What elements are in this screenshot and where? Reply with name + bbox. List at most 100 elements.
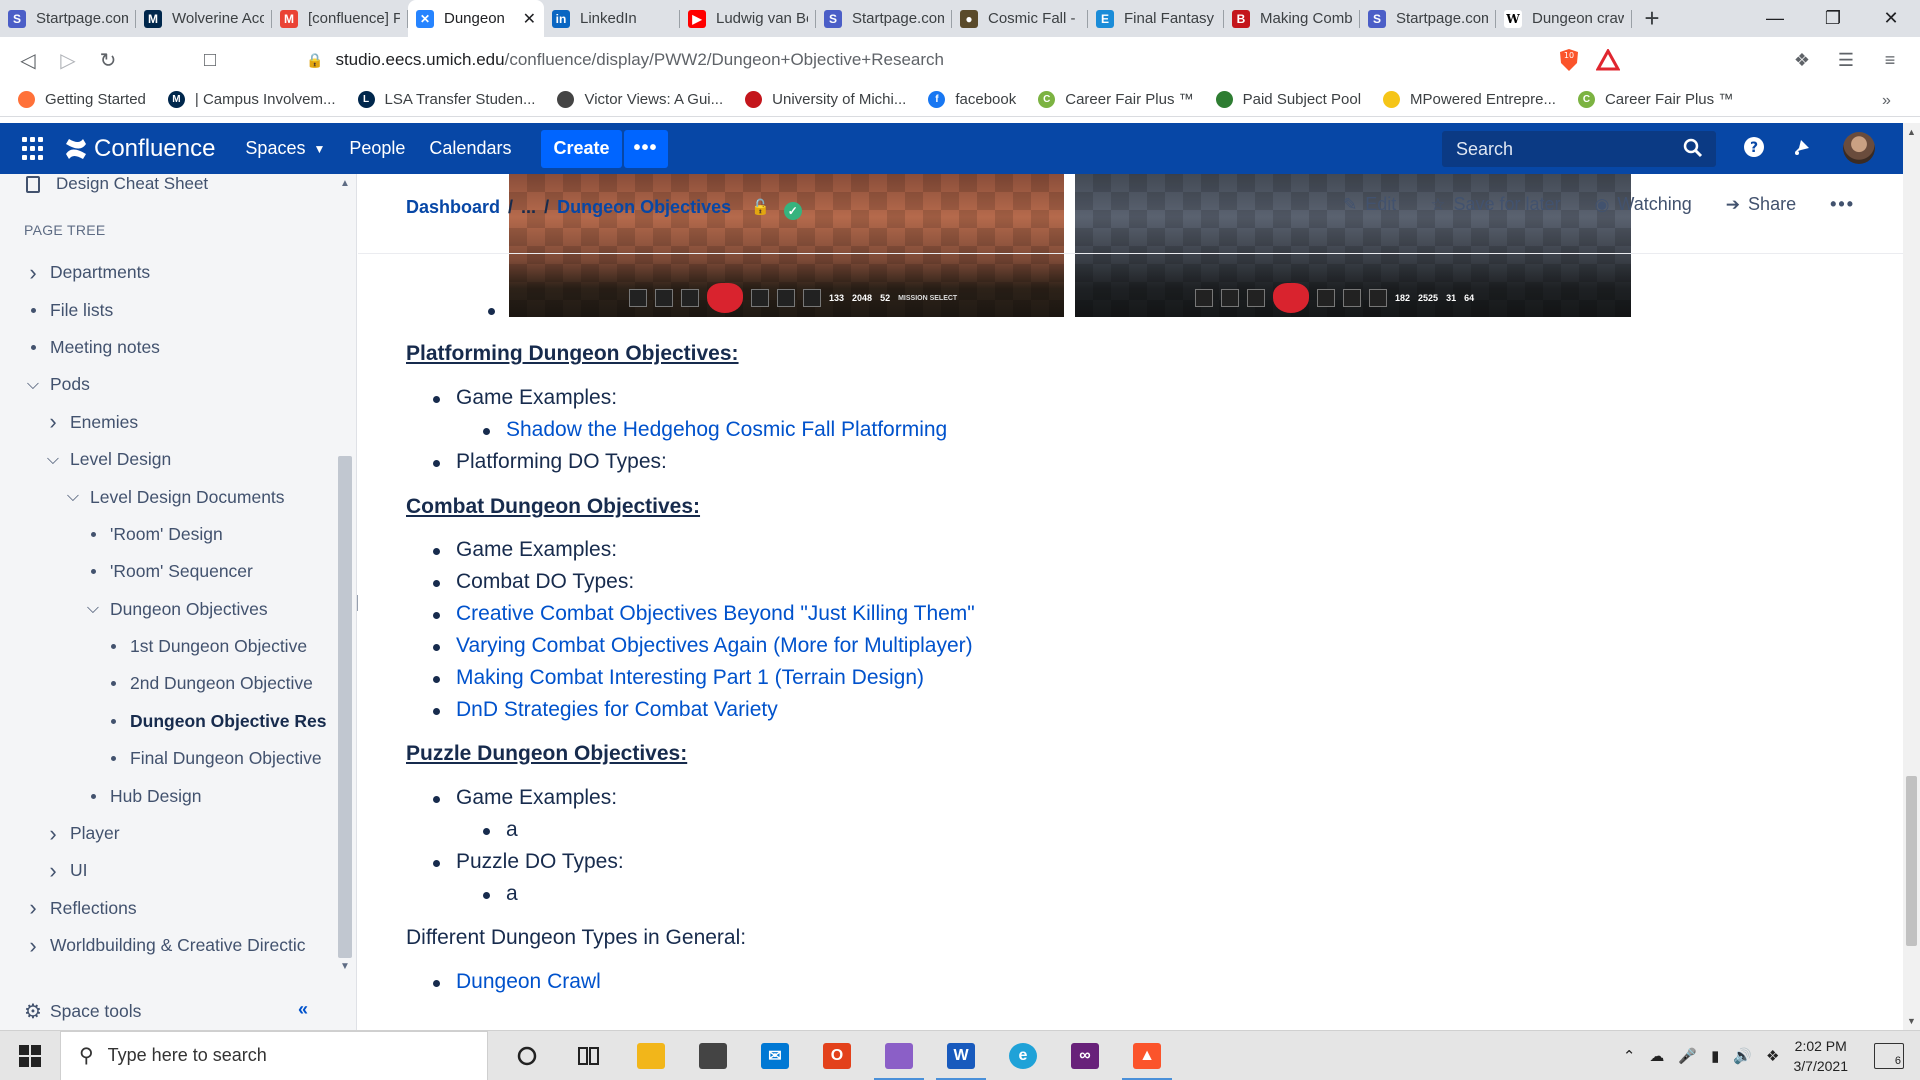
bookmark-item[interactable]: M | Campus Involvem... [167,91,336,108]
notification-center-icon[interactable]: 6 [1874,1043,1904,1069]
brave-browser-icon[interactable]: ▲ [1116,1031,1178,1080]
browser-tab[interactable]: ▶ Ludwig van Beethoven [680,0,816,37]
mail-icon[interactable]: ✉ [744,1031,806,1080]
link-cosmic-fall[interactable]: Shadow the Hedgehog Cosmic Fall Platform… [506,418,947,441]
store-icon[interactable] [682,1031,744,1080]
browser-tab[interactable]: W Dungeon crawl [1496,0,1632,37]
restore-icon[interactable]: ❐ [1804,0,1862,37]
bookmark-item[interactable]: C Career Fair Plus ™ [1038,91,1194,108]
bookmark-item[interactable]: f facebook [928,91,1016,108]
notifications-icon[interactable] [1790,135,1814,159]
sidebar-tree-item[interactable]: › Worldbuilding & Creative Directic [0,927,336,964]
bookmarks-overflow-icon[interactable]: » [1882,92,1900,110]
clock[interactable]: 2:02 PM 3/7/2021 [1794,1036,1849,1076]
nav-spaces[interactable]: Spaces ▼ [245,138,325,159]
sidebar-tree-item[interactable]: File lists [0,291,336,328]
sidebar-tree-item[interactable]: ⌵ Pods [0,366,336,403]
edit-button[interactable]: ✎ Edit [1343,194,1396,215]
bookmark-item[interactable]: Getting Started [18,91,146,108]
chevron-right-icon[interactable]: › [44,858,62,884]
browser-tab[interactable]: B Making Combat [1224,0,1360,37]
sidebar-tree-item[interactable]: › Departments [0,254,336,291]
scroll-down-icon[interactable]: ▼ [1907,1016,1916,1026]
sidebar-tree-item[interactable]: Meeting notes [0,329,336,366]
app-switcher-icon[interactable] [22,136,46,161]
sidebar-tree-item[interactable]: › UI [0,852,336,889]
browser-tab[interactable]: E Final Fantasy [1088,0,1224,37]
page-scroll-thumb[interactable] [1906,776,1917,946]
link-combat-3[interactable]: Making Combat Interesting Part 1 (Terrai… [456,666,924,689]
close-window-icon[interactable]: ✕ [1862,0,1920,37]
bookmark-item[interactable]: Victor Views: A Gui... [557,91,723,108]
bookmark-icon[interactable]: □ [190,40,230,80]
browser-tab[interactable]: ● Cosmic Fall - Sonic [952,0,1088,37]
browser-tab[interactable]: S Startpage.com [0,0,136,37]
browser-tab[interactable]: S Startpage.com [1360,0,1496,37]
confluence-logo[interactable]: Confluence [64,135,215,163]
scroll-down-icon[interactable]: ▼ [340,961,350,972]
sidebar-tree-item[interactable]: ⌵ Dungeon Objectives [0,591,336,628]
brave-shield-icon[interactable]: 10 [1556,47,1582,73]
watching-button[interactable]: ◉ Watching [1595,194,1692,215]
chevron-down-icon[interactable]: ⌵ [64,488,82,506]
more-actions-button[interactable]: ••• [1830,194,1855,215]
search-input[interactable]: Search [1442,131,1716,167]
sidebar-tree-item[interactable]: 2nd Dungeon Objective [0,665,336,702]
bookmark-item[interactable]: Paid Subject Pool [1215,91,1361,108]
onedrive-icon[interactable]: ☁ [1649,1047,1664,1065]
chevron-right-icon[interactable]: › [44,409,62,435]
link-combat-4[interactable]: DnD Strategies for Combat Variety [456,698,778,721]
sidebar-tree-item[interactable]: ⌵ Level Design Documents [0,478,336,515]
word-icon[interactable]: W [930,1031,992,1080]
bookmark-item[interactable]: University of Michi... [745,91,906,108]
taskbar-search-input[interactable]: ⚲ Type here to search [60,1030,488,1080]
visual-studio-icon[interactable]: ∞ [1054,1031,1116,1080]
chevron-right-icon[interactable]: › [44,821,62,847]
browser-tab[interactable]: S Startpage.com [816,0,952,37]
menu-icon[interactable]: ≡ [1868,41,1912,79]
new-tab-icon[interactable]: + [1632,0,1672,37]
brave-rewards-icon[interactable] [1595,47,1621,76]
create-more-button[interactable]: ••• [623,129,668,168]
chevron-right-icon[interactable]: › [24,895,42,921]
sidebar-scrollbar[interactable]: ▲ ▼ [336,174,354,976]
forward-icon[interactable]: ▷ [48,40,88,80]
chevron-down-icon[interactable]: ⌵ [24,376,42,394]
windows-start-icon[interactable] [0,1031,60,1080]
reload-icon[interactable]: ↻ [88,40,128,80]
create-button[interactable]: Create [541,129,622,168]
chevron-down-icon[interactable]: ⌵ [44,451,62,469]
share-button[interactable]: ➔ Share [1726,194,1796,215]
bookmark-item[interactable]: C Career Fair Plus ™ [1577,91,1733,108]
office-icon[interactable]: O [806,1031,868,1080]
collapse-sidebar-icon[interactable]: « [298,999,308,1020]
edge-icon[interactable]: e [992,1031,1054,1080]
breadcrumb-dashboard[interactable]: Dashboard [406,197,500,218]
bookmark-item[interactable]: MPowered Entrepre... [1383,91,1556,108]
sidebar-tree-item[interactable]: › Reflections [0,890,336,927]
avatar[interactable] [1843,132,1875,164]
help-icon[interactable]: ? [1742,135,1766,159]
minimize-icon[interactable]: — [1746,0,1804,37]
battery-icon[interactable]: ▮ [1711,1047,1719,1065]
sidebar-tree-item[interactable]: Dungeon Objective Res [0,703,336,740]
url-field[interactable]: 🔒 studio.eecs.umich.edu/confluence/displ… [292,43,1632,77]
extensions-icon[interactable]: ❖ [1780,41,1824,79]
sidebar-tree-item[interactable]: Final Dungeon Objective [0,740,336,777]
chevron-up-icon[interactable]: ⌃ [1623,1047,1636,1065]
space-tools-button[interactable]: ⚙ Space tools [24,999,141,1024]
chevron-right-icon[interactable]: › [24,933,42,959]
nav-people[interactable]: People [349,138,405,159]
cortana-icon[interactable] [496,1031,558,1080]
breadcrumb-ellipsis[interactable]: ... [521,197,536,218]
task-view-icon[interactable] [558,1031,620,1080]
microphone-icon[interactable]: 🎤 [1678,1047,1697,1065]
save-for-later-button[interactable]: ☆ Save for later [1430,194,1560,215]
sidebar-item-design-cheat-sheet[interactable]: Design Cheat Sheet [26,174,208,194]
sidebar-tree-item[interactable]: › Player [0,815,336,852]
chevron-down-icon[interactable]: ⌵ [84,600,102,618]
sidebar-scroll-thumb[interactable] [338,456,352,958]
sidebar-tree-item[interactable]: 'Room' Sequencer [0,553,336,590]
scroll-up-icon[interactable]: ▲ [340,178,350,189]
bookmark-item[interactable]: L LSA Transfer Studen... [357,91,535,108]
